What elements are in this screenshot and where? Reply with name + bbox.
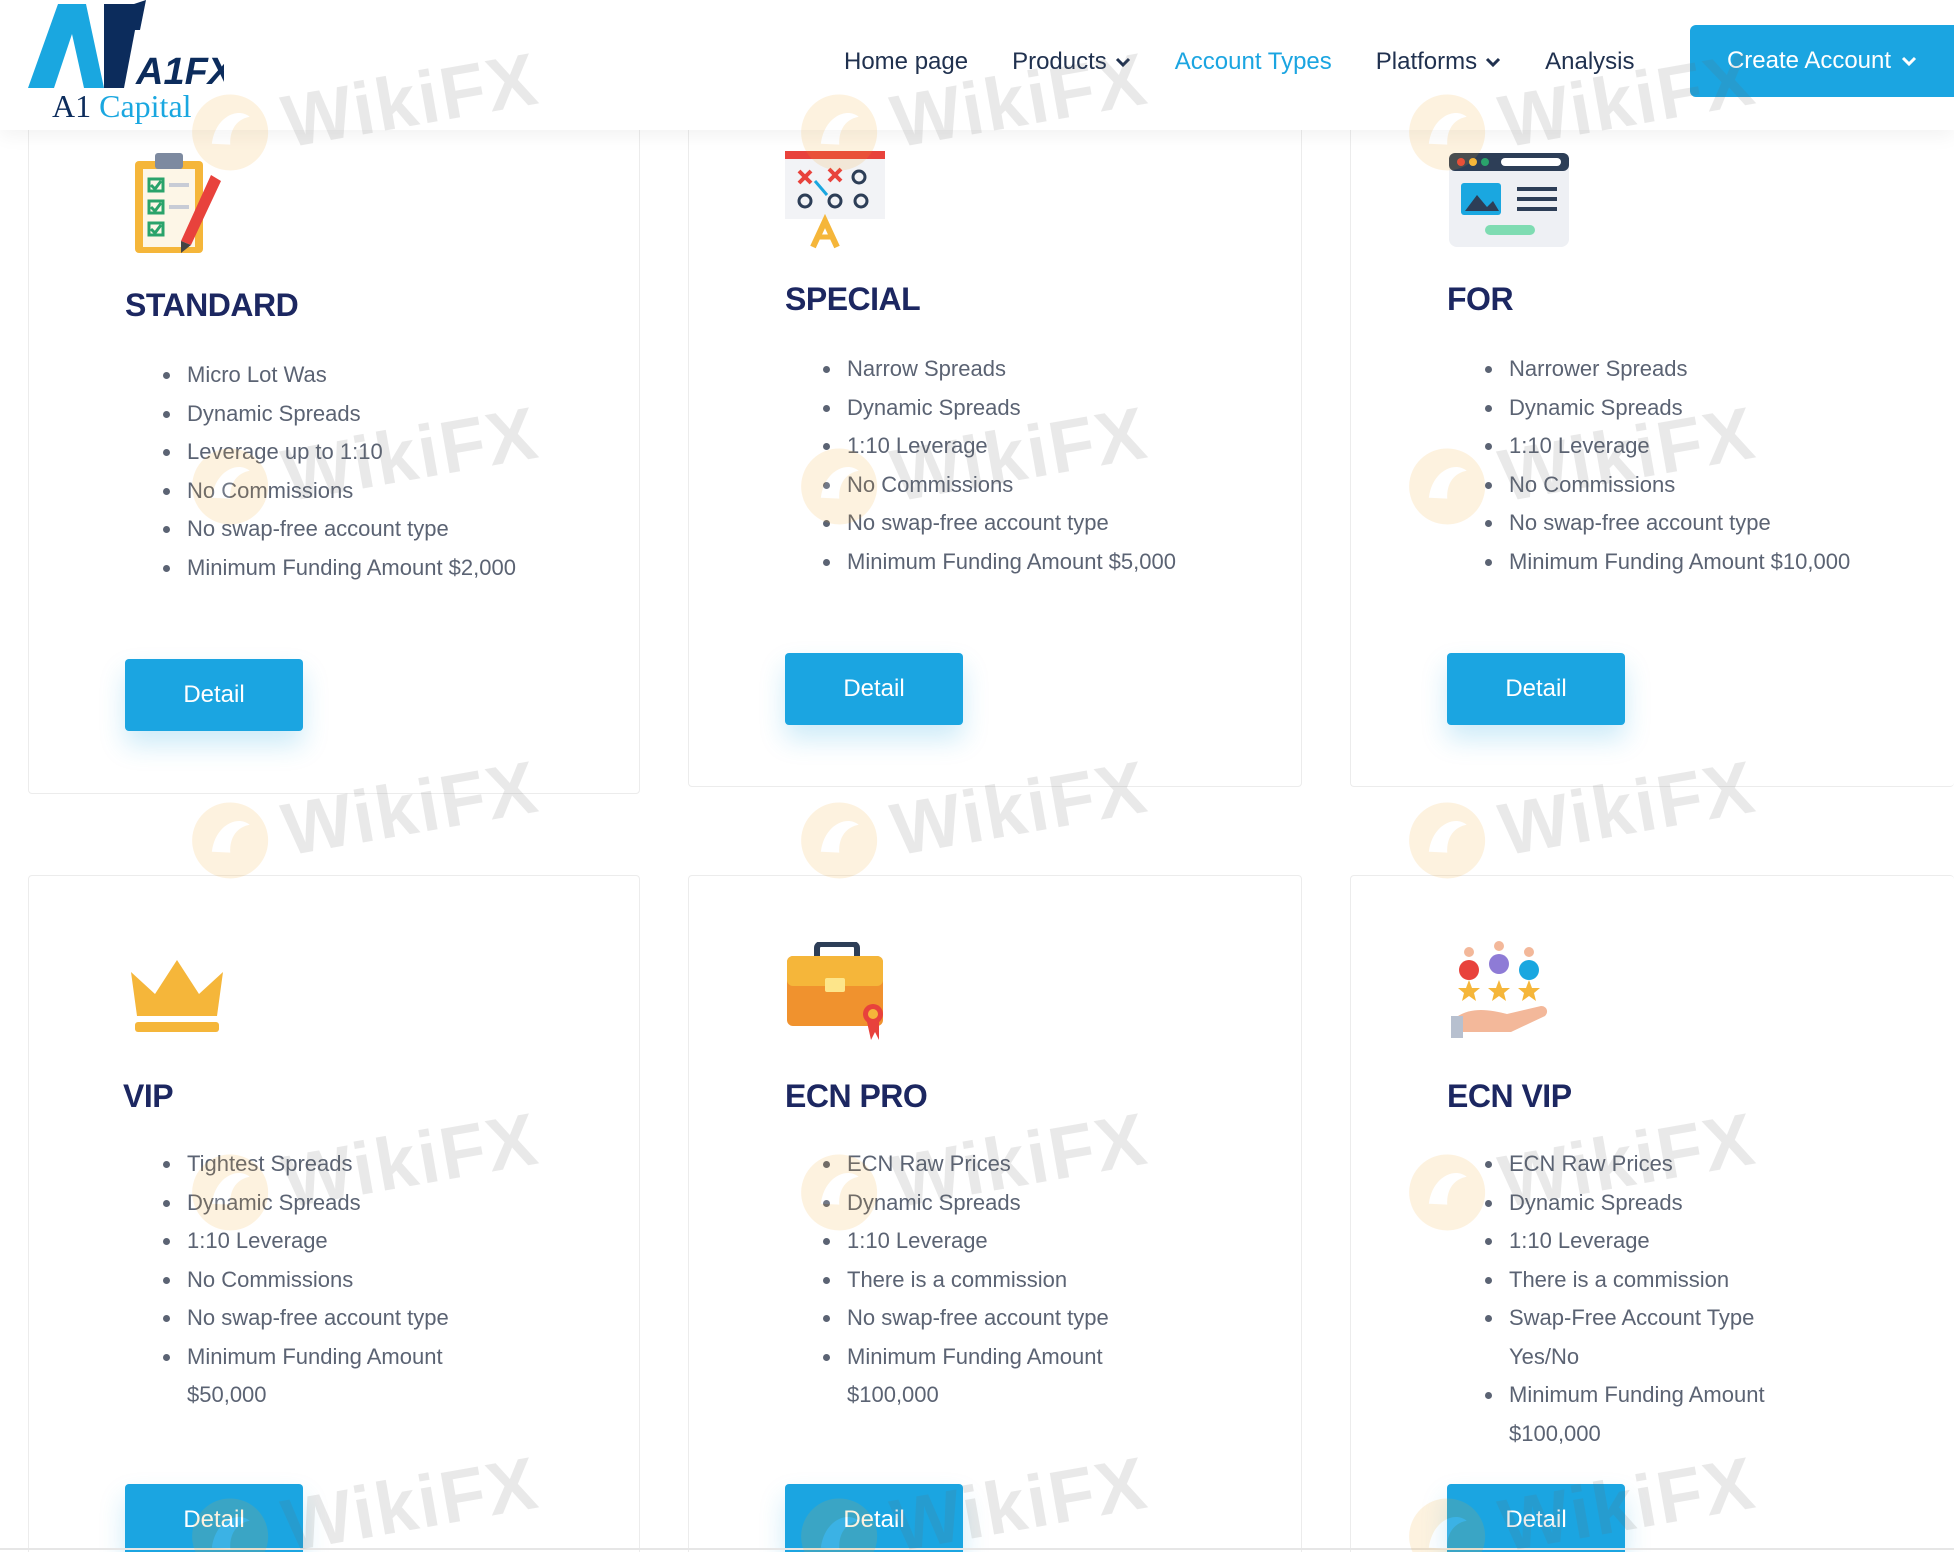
browser-window-icon [1447,151,1571,254]
bottom-divider [0,1548,1954,1550]
main-nav: Home page Products Account Types Platfor… [844,40,1679,84]
list-item: No Commissions [163,472,623,511]
create-account-label: Create Account [1726,47,1892,74]
nav-platforms[interactable]: Platforms [1376,48,1501,76]
list-item: 1:10 Leverage [163,1222,493,1261]
card-title: VIP [123,1078,174,1114]
feature-list: Narrow Spreads Dynamic Spreads 1:10 Leve… [823,350,1283,581]
briefcase-icon [785,941,889,1047]
list-item: Dynamic Spreads [163,1184,493,1223]
account-card-standard: STANDARD Micro Lot Was Dynamic Spreads L… [28,96,640,794]
detail-button[interactable]: Detail [125,1484,303,1552]
checklist-icon [129,149,225,264]
list-item: There is a commission [823,1261,1153,1300]
list-item: Tightest Spreads [163,1145,493,1184]
list-item: Swap-Free Account Type Yes/No [1485,1299,1815,1376]
logo-name-capital: Capital [99,88,192,124]
list-item: No Commissions [823,466,1283,505]
list-item: No Commissions [163,1261,493,1300]
detail-button[interactable]: Detail [785,1484,963,1552]
list-item: Dynamic Spreads [823,1184,1153,1223]
wikifx-emblem-icon [192,801,269,878]
detail-button[interactable]: Detail [125,659,303,731]
list-item: Narrow Spreads [823,350,1283,389]
nav-account-types[interactable]: Account Types [1175,48,1332,76]
list-item: No swap-free account type [823,1299,1153,1338]
list-item: Narrower Spreads [1485,350,1945,389]
chevron-down-icon [1115,56,1131,68]
chevron-down-icon [1901,55,1917,67]
list-item: Minimum Funding Amount $50,000 [163,1338,493,1415]
feature-list: Micro Lot Was Dynamic Spreads Leverage u… [163,356,623,587]
list-item: No swap-free account type [163,510,623,549]
logo-mark-text: A1FX [135,51,224,92]
card-title: STANDARD [125,287,299,323]
list-item: Minimum Funding Amount $100,000 [823,1338,1153,1415]
list-item: Minimum Funding Amount $5,000 [823,543,1283,582]
list-item: 1:10 Leverage [823,427,1283,466]
nav-home-page[interactable]: Home page [844,48,968,76]
account-card-ecn-pro: ECN PRO ECN Raw Prices Dynamic Spreads 1… [688,875,1302,1552]
nav-products[interactable]: Products [1012,48,1131,76]
account-card-ecn-vip: ECN VIP ECN Raw Prices Dynamic Spreads 1… [1350,875,1954,1552]
list-item: Micro Lot Was [163,356,623,395]
detail-button[interactable]: Detail [1447,653,1625,725]
list-item: No swap-free account type [823,504,1283,543]
strategy-board-icon [785,151,885,256]
card-title: FOR [1447,281,1514,317]
a1fx-logo-mark: A1FX [28,0,224,92]
card-title: SPECIAL [785,281,921,317]
list-item: No swap-free account type [163,1299,493,1338]
wikifx-emblem-icon [1409,801,1486,878]
detail-button[interactable]: Detail [785,653,963,725]
wikifx-emblem-icon [801,801,878,878]
chevron-down-icon [1485,56,1501,68]
list-item: Minimum Funding Amount $10,000 [1485,543,1945,582]
list-item: ECN Raw Prices [823,1145,1153,1184]
feature-list: ECN Raw Prices Dynamic Spreads 1:10 Leve… [1485,1145,1815,1453]
list-item: No swap-free account type [1485,504,1945,543]
list-item: Minimum Funding Amount $100,000 [1485,1376,1815,1453]
feature-list: ECN Raw Prices Dynamic Spreads 1:10 Leve… [823,1145,1153,1415]
detail-button[interactable]: Detail [1447,1484,1625,1552]
nav-analysis[interactable]: Analysis [1545,48,1634,76]
site-header: A1FX A1 Capital Home page Products Accou… [0,0,1954,130]
list-item: There is a commission [1485,1261,1815,1300]
nav-label: Products [1012,48,1107,75]
nav-label: Home page [844,48,969,75]
a1-capital-logo[interactable]: A1FX A1 Capital [24,0,224,128]
create-account-button[interactable]: Create Account [1690,25,1954,97]
hand-rating-icon [1451,940,1551,1045]
list-item: Dynamic Spreads [823,389,1283,428]
list-item: Dynamic Spreads [1485,389,1945,428]
nav-label: Account Types [1174,48,1332,75]
list-item: 1:10 Leverage [823,1222,1153,1261]
list-item: No Commissions [1485,466,1945,505]
list-item: 1:10 Leverage [1485,1222,1815,1261]
list-item: Dynamic Spreads [163,395,623,434]
list-item: Dynamic Spreads [1485,1184,1815,1223]
nav-label: Analysis [1545,48,1635,75]
list-item: Minimum Funding Amount $2,000 [163,549,623,588]
feature-list: Tightest Spreads Dynamic Spreads 1:10 Le… [163,1145,493,1415]
card-title: ECN VIP [1447,1078,1572,1114]
list-item: 1:10 Leverage [1485,427,1945,466]
account-card-special: SPECIAL Narrow Spreads Dynamic Spreads 1… [688,96,1302,787]
logo-name: A1 Capital [52,88,192,125]
account-card-vip: VIP Tightest Spreads Dynamic Spreads 1:1… [28,875,640,1552]
logo-name-a1: A1 [52,88,92,124]
card-title: ECN PRO [785,1078,928,1114]
list-item: Leverage up to 1:10 [163,433,623,472]
nav-label: Platforms [1375,48,1478,75]
list-item: ECN Raw Prices [1485,1145,1815,1184]
account-card-for: FOR Narrower Spreads Dynamic Spreads 1:1… [1350,96,1954,787]
crown-icon [127,954,227,1039]
feature-list: Narrower Spreads Dynamic Spreads 1:10 Le… [1485,350,1945,581]
